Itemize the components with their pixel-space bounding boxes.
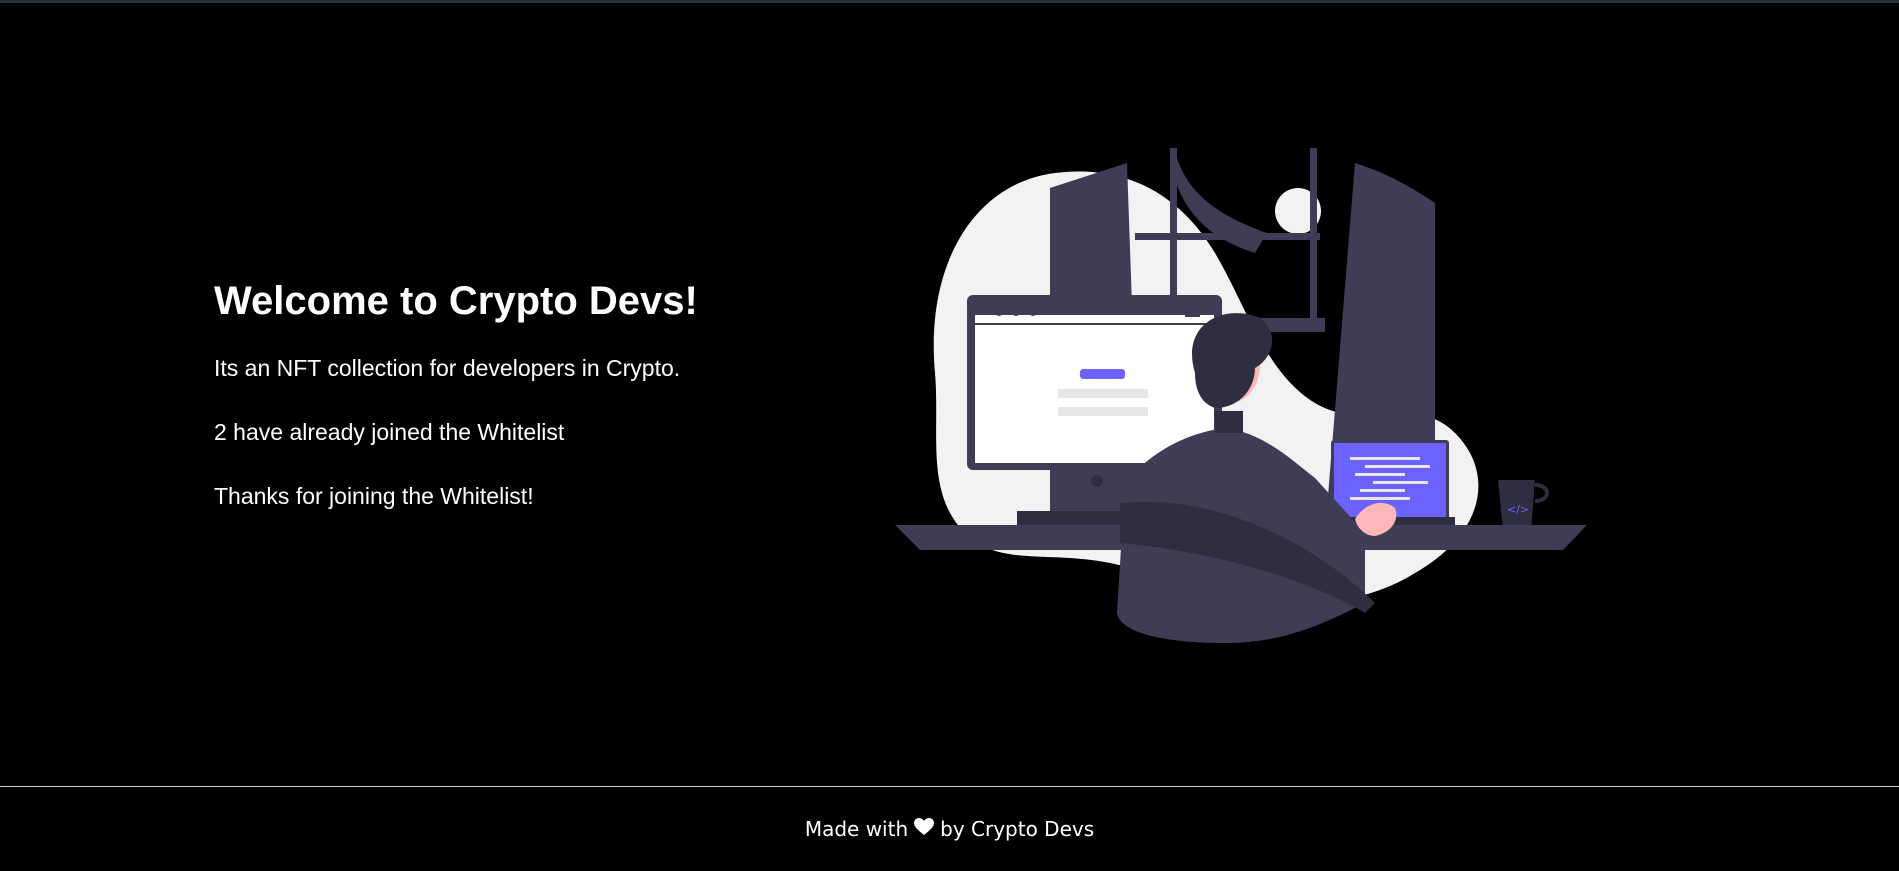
heart-icon bbox=[914, 817, 935, 841]
footer-prefix: Made with bbox=[804, 817, 909, 841]
footer: Made with by Crypto Devs bbox=[0, 787, 1899, 871]
svg-text:</>: </> bbox=[1507, 503, 1529, 516]
whitelist-status-message: Thanks for joining the Whitelist! bbox=[214, 483, 534, 509]
hero-text: Welcome to Crypto Devs! Its an NFT colle… bbox=[214, 273, 834, 545]
page-title: Welcome to Crypto Devs! bbox=[214, 279, 698, 323]
developer-at-desk-illustration: </> bbox=[895, 148, 1587, 643]
collection-description: Its an NFT collection for developers in … bbox=[214, 355, 681, 381]
main-section: Welcome to Crypto Devs! Its an NFT colle… bbox=[0, 3, 1899, 786]
footer-suffix: by Crypto Devs bbox=[940, 817, 1095, 841]
whitelist-count: 2 have already joined the Whitelist bbox=[214, 419, 565, 445]
developer-illustration: </> bbox=[895, 143, 1590, 648]
